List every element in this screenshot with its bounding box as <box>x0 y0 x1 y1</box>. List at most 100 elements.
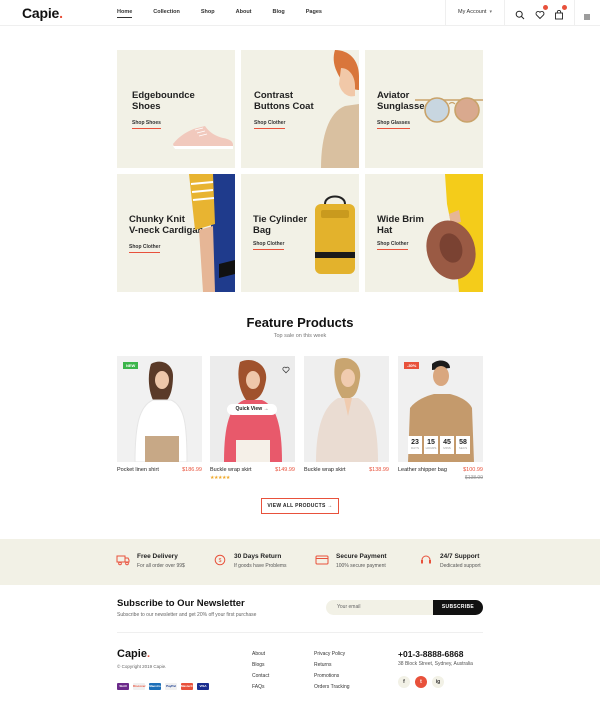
category-link[interactable]: Shop Glasses <box>377 120 411 129</box>
svg-text:$: $ <box>219 558 222 564</box>
paypal-icon: PayPal <box>165 683 177 690</box>
category-link[interactable]: Shop Clother <box>254 120 286 129</box>
product-badge: NEW <box>123 362 139 369</box>
product-price: $138.99 <box>369 467 389 473</box>
footer-link-faqs[interactable]: FAQs <box>252 684 265 690</box>
category-tile-glasses[interactable]: Aviator Sunglasses Shop Glasses <box>365 50 483 168</box>
footer-link-order-tracking[interactable]: Orders Tracking <box>314 684 350 690</box>
product-image[interactable] <box>304 356 389 462</box>
category-link[interactable]: Shop Clother <box>377 241 409 250</box>
footer-link-promotions[interactable]: Promotions <box>314 673 339 679</box>
newsletter-title: Subscribe to Our Newsletter <box>117 598 245 609</box>
account-dropdown[interactable]: My Account ▾ <box>458 9 492 15</box>
mastercard-icon: MasterCard <box>181 683 198 690</box>
product-price: $100.99 <box>463 467 483 473</box>
category-title: Wide Brim Hat <box>377 214 424 236</box>
support-icon <box>421 555 431 564</box>
nav-collection[interactable]: Collection <box>153 9 180 15</box>
site-logo[interactable]: Capie. <box>22 5 63 21</box>
service-subtitle: 100% secure payment <box>336 563 386 569</box>
product-old-price: $138.99 <box>464 475 483 481</box>
bag-icon[interactable] <box>554 5 567 20</box>
product-name[interactable]: Buckle wrap skirt <box>304 467 346 473</box>
wishlist-badge <box>543 5 548 10</box>
view-all-products-button[interactable]: VIEW ALL PRODUCTS → <box>261 498 339 514</box>
cart-badge <box>562 5 567 10</box>
return-icon: $ <box>214 554 226 566</box>
header-divider <box>574 0 575 26</box>
category-tile-coat[interactable]: Contrast Buttons Coat Shop Clother <box>241 50 359 168</box>
countdown-days: 23 DAYS <box>408 436 422 454</box>
facebook-icon[interactable]: f <box>398 676 410 688</box>
chevron-down-icon: ▾ <box>489 9 492 15</box>
product-card[interactable]: -30% 23 DAYS 15 HOURS 45 MINS 58 SECS Leathe… <box>398 356 483 481</box>
nav-blog[interactable]: Blog <box>273 9 285 15</box>
product-name[interactable]: Buckle wrap skirt <box>210 467 252 473</box>
service-title: Free Delivery <box>137 553 178 560</box>
feature-title: Feature Products <box>246 315 354 330</box>
product-card[interactable]: NEW Pocket linen shirt $186.99 <box>117 356 202 473</box>
footer-logo[interactable]: Capie. <box>117 648 150 660</box>
copyright: © Copyright 2019 Capie. <box>117 664 167 669</box>
category-tile-cardigan[interactable]: Chunky Knit V-neck Cardigan Shop Clother <box>117 174 235 292</box>
visa-icon: VISA <box>197 683 209 690</box>
countdown-hours: 15 HOURS <box>424 436 438 454</box>
nav-pages[interactable]: Pages <box>306 9 322 15</box>
card-icon <box>315 555 329 565</box>
category-title: Tie Cylinder Bag <box>253 214 308 236</box>
sunglasses-image <box>415 97 483 123</box>
product-image[interactable]: Quick View → <box>210 356 295 462</box>
model-cardigan-image <box>189 174 235 292</box>
category-tile-bag[interactable]: Tie Cylinder Bag Shop Clother <box>241 174 359 292</box>
wishlist-heart-icon[interactable] <box>282 361 290 379</box>
skrill-icon: Skrill <box>117 683 129 690</box>
backpack-image <box>315 195 355 274</box>
product-card[interactable]: Buckle wrap skirt $138.99 <box>304 356 389 473</box>
contact-phone: +01-3-8888-6868 <box>398 649 464 659</box>
feature-subtitle: Top sale on this week <box>273 333 327 339</box>
services-band: Free Delivery For all order over 99$ $ 3… <box>0 539 600 585</box>
category-tile-shoes[interactable]: Edgeboundce Shoes Shop Shoes <box>117 50 235 168</box>
newsletter-email-input[interactable]: Your email <box>326 600 434 615</box>
main-nav: Home Collection Shop About Blog Pages <box>117 9 343 18</box>
product-image[interactable]: -30% 23 DAYS 15 HOURS 45 MINS 58 SECS <box>398 356 483 462</box>
footer-divider <box>117 632 483 633</box>
instagram-icon[interactable]: ig <box>432 676 444 688</box>
menu-icon[interactable] <box>583 8 593 20</box>
truck-icon <box>116 555 130 566</box>
countdown-secs: 58 SECS <box>456 436 470 454</box>
header-divider <box>504 0 505 26</box>
discover-icon: Discover <box>133 683 146 690</box>
product-name[interactable]: Pocket linen shirt <box>117 467 159 473</box>
twitter-icon[interactable]: t <box>415 676 427 688</box>
nav-about[interactable]: About <box>236 9 252 15</box>
subscribe-button[interactable]: SUBSCRIBE <box>433 600 483 615</box>
product-image[interactable]: NEW <box>117 356 202 462</box>
footer-link-returns[interactable]: Returns <box>314 662 332 668</box>
category-link[interactable]: Shop Shoes <box>132 120 161 129</box>
service-subtitle: Dedicated support <box>440 563 481 569</box>
service-title: 24/7 Support <box>440 553 480 560</box>
model-hat-image <box>426 174 483 292</box>
product-name[interactable]: Leather shipper bag <box>398 467 447 473</box>
product-card[interactable]: Quick View → Buckle wrap skirt $149.99 ★… <box>210 356 295 481</box>
category-tile-hat[interactable]: Wide Brim Hat Shop Clother <box>365 174 483 292</box>
service-title: Secure Payment <box>336 553 387 560</box>
site-header: Capie. Home Collection Shop About Blog P… <box>0 0 600 26</box>
nav-shop[interactable]: Shop <box>201 9 215 15</box>
product-price: $186.99 <box>182 467 202 473</box>
category-link[interactable]: Shop Clother <box>129 244 161 253</box>
footer-link-contact[interactable]: Contact <box>252 673 269 679</box>
service-subtitle: For all order over 99$ <box>137 563 185 569</box>
nav-home[interactable]: Home <box>117 9 133 18</box>
heart-icon[interactable] <box>535 5 548 20</box>
search-icon[interactable] <box>515 7 525 20</box>
category-title: Edgeboundce Shoes <box>132 90 195 112</box>
category-link[interactable]: Shop Clother <box>253 241 285 250</box>
maestro-icon: Maestro <box>149 683 161 690</box>
product-badge: -30% <box>404 362 420 369</box>
footer-link-privacy[interactable]: Privacy Policy <box>314 651 345 657</box>
footer-link-blogs[interactable]: Blogs <box>252 662 265 668</box>
footer-link-about[interactable]: About <box>252 651 265 657</box>
quick-view-button[interactable]: Quick View → <box>227 404 277 415</box>
